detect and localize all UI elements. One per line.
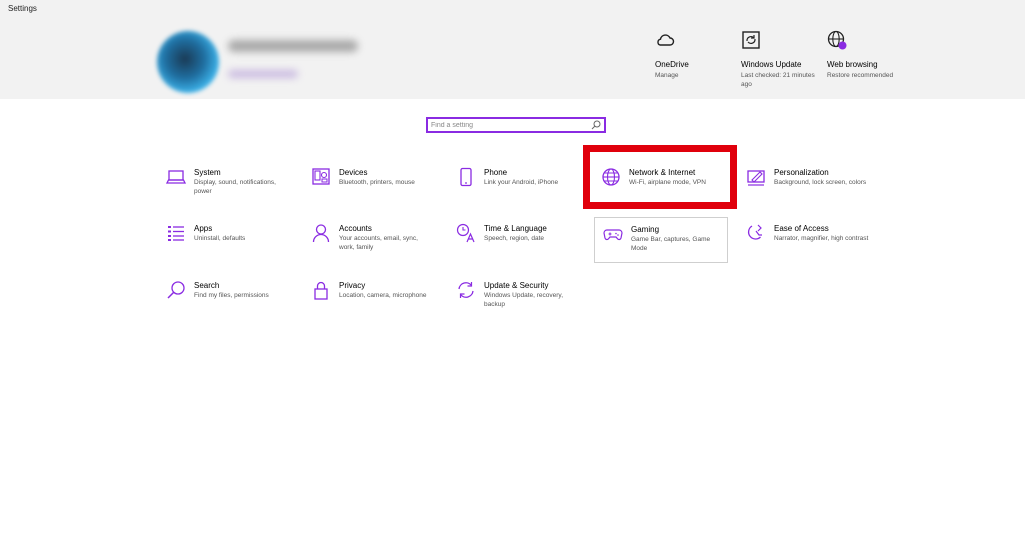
web-browsing-sub: Restore recommended <box>827 72 894 79</box>
tile-desc: Your accounts, email, sync, work, family <box>339 235 418 251</box>
tile-title: Privacy <box>339 281 366 290</box>
lock-icon <box>311 280 331 300</box>
avatar[interactable] <box>157 31 219 93</box>
tile-desc: Game Bar, captures, Game Mode <box>631 236 711 252</box>
tile-personalization[interactable]: Personalization Background, lock screen,… <box>738 161 872 207</box>
tile-title: Apps <box>194 224 213 233</box>
search-icon <box>166 280 186 300</box>
tile-desc: Bluetooth, printers, mouse <box>339 179 415 186</box>
window-titlebar: Settings <box>0 0 1025 18</box>
tile-devices[interactable]: Devices Bluetooth, printers, mouse <box>303 161 437 207</box>
onedrive-link[interactable]: OneDrive Manage <box>655 30 735 81</box>
sync-icon <box>456 280 476 300</box>
windows-update-link[interactable]: Windows Update Last checked: 21 minutes … <box>741 30 821 89</box>
tile-title: Gaming <box>631 225 660 234</box>
tile-accounts[interactable]: Accounts Your accounts, email, sync, wor… <box>303 217 437 263</box>
tile-title: Ease of Access <box>774 224 829 233</box>
tile-title: Devices <box>339 168 368 177</box>
tile-title: System <box>194 168 221 177</box>
tile-gaming[interactable]: Gaming Game Bar, captures, Game Mode <box>594 217 728 263</box>
tile-search[interactable]: Search Find my files, permissions <box>158 274 292 320</box>
tile-title: Update & Security <box>484 281 549 290</box>
tile-phone[interactable]: Phone Link your Android, iPhone <box>448 161 582 207</box>
windows-update-title: Windows Update <box>741 60 802 69</box>
search-box[interactable] <box>426 117 606 133</box>
tile-privacy[interactable]: Privacy Location, camera, microphone <box>303 274 437 320</box>
laptop-icon <box>166 167 186 187</box>
tile-system[interactable]: System Display, sound, notifications, po… <box>158 161 292 207</box>
tile-title: Time & Language <box>484 224 547 233</box>
globe-icon <box>827 30 847 50</box>
windows-update-sub: Last checked: 21 minutes ago <box>741 72 815 88</box>
highlight-box <box>583 145 737 209</box>
web-browsing-title: Web browsing <box>827 60 878 69</box>
tile-desc: Display, sound, notifications, power <box>194 179 276 195</box>
onedrive-sub: Manage <box>655 72 679 79</box>
tile-desc: Link your Android, iPhone <box>484 179 559 186</box>
paint-icon <box>746 167 766 187</box>
tile-ease-of-access[interactable]: Ease of Access Narrator, magnifier, high… <box>738 217 872 263</box>
tile-title: Search <box>194 281 220 290</box>
devices-icon <box>311 167 331 187</box>
tile-title: Phone <box>484 168 508 177</box>
onedrive-title: OneDrive <box>655 60 689 69</box>
tile-apps[interactable]: Apps Uninstall, defaults <box>158 217 292 263</box>
tile-desc: Background, lock screen, colors <box>774 179 867 186</box>
web-browsing-link[interactable]: Web browsing Restore recommended <box>827 30 907 81</box>
time-language-icon <box>456 223 476 243</box>
tile-title: Personalization <box>774 168 829 177</box>
apps-list-icon <box>166 223 186 243</box>
tile-desc: Speech, region, date <box>484 235 544 242</box>
tile-desc: Find my files, permissions <box>194 292 269 299</box>
tile-desc: Narrator, magnifier, high contrast <box>774 235 869 242</box>
settings-header: OneDrive Manage Windows Update Last chec… <box>0 18 1025 99</box>
cloud-icon <box>655 30 675 50</box>
tile-desc: Uninstall, defaults <box>194 235 246 242</box>
window-title: Settings <box>8 4 37 13</box>
phone-icon <box>456 167 476 187</box>
search-input[interactable] <box>431 119 581 131</box>
tile-desc: Windows Update, recovery, backup <box>484 292 563 308</box>
gamepad-icon <box>603 224 623 244</box>
tile-desc: Location, camera, microphone <box>339 292 427 299</box>
ease-of-access-icon <box>746 223 766 243</box>
tile-time-language[interactable]: Time & Language Speech, region, date <box>448 217 582 263</box>
person-icon <box>311 223 331 243</box>
user-account-link-blurred[interactable] <box>228 70 298 78</box>
tile-update-security[interactable]: Update & Security Windows Update, recove… <box>448 274 582 320</box>
windows-update-icon <box>741 30 761 50</box>
search-icon[interactable] <box>591 120 601 130</box>
user-name-blurred <box>228 40 358 52</box>
tile-title: Accounts <box>339 224 372 233</box>
